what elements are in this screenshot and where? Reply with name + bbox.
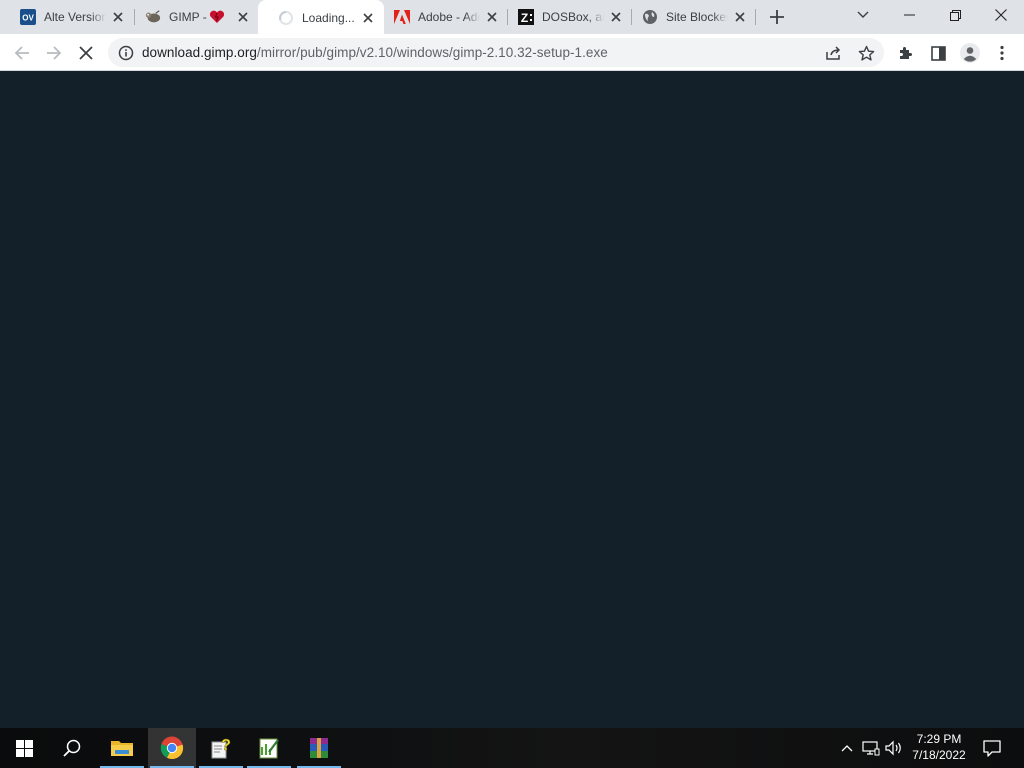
help-app-icon: ? <box>211 737 231 759</box>
notification-icon <box>983 739 1001 757</box>
tab-alte-versionen[interactable]: OV Alte Versionen <box>0 0 134 34</box>
tab-site-blocker[interactable]: Site Blocker <box>622 0 756 34</box>
tab-title: Site Blocker <box>666 10 728 24</box>
avatar-icon <box>960 43 980 63</box>
back-button[interactable] <box>8 39 36 67</box>
notepad-chart-icon <box>259 738 279 759</box>
restore-icon <box>949 9 961 21</box>
search-icon <box>63 739 81 757</box>
bookmark-star-icon[interactable] <box>857 44 875 62</box>
tab-loading[interactable]: Loading... <box>258 0 384 35</box>
stop-button[interactable] <box>72 39 100 67</box>
volume-tray-button[interactable] <box>885 739 903 757</box>
chevron-down-icon <box>857 11 869 18</box>
side-panel-button[interactable] <box>924 39 952 67</box>
loading-spinner-icon <box>278 10 294 26</box>
show-hidden-icons-button[interactable] <box>838 739 856 757</box>
tab-title: GIMP - <box>169 10 207 24</box>
menu-button[interactable] <box>988 39 1016 67</box>
clock-date: 7/18/2022 <box>912 748 966 762</box>
search-button[interactable] <box>48 728 96 768</box>
tab-dosbox[interactable]: Z DOSBox, an x86 <box>498 0 632 34</box>
tab-title: Adobe - Adobe <box>418 10 480 24</box>
chrome-icon <box>160 736 184 760</box>
action-center-button[interactable] <box>982 739 1002 757</box>
speaker-icon <box>885 740 901 756</box>
tab-title: Loading... <box>302 10 355 25</box>
tab-strip: OV Alte Versionen GIMP - Loading... <box>0 0 1024 35</box>
puzzle-icon <box>900 47 912 59</box>
kebab-menu-icon <box>1000 45 1004 61</box>
tab-adobe[interactable]: Adobe - Adobe <box>374 0 508 34</box>
close-icon[interactable] <box>110 9 126 25</box>
new-tab-button[interactable] <box>765 5 789 29</box>
url-path: /mirror/pub/gimp/v2.10/windows/gimp-2.10… <box>256 45 608 60</box>
windows-start-icon <box>15 739 33 757</box>
page-content <box>0 71 1024 728</box>
adobe-icon <box>394 9 410 25</box>
close-icon <box>995 9 1007 21</box>
close-icon[interactable] <box>235 9 251 25</box>
extensions-button[interactable] <box>892 39 920 67</box>
svg-text:Z: Z <box>521 11 528 25</box>
file-explorer-icon <box>111 741 133 756</box>
tab-search-button[interactable] <box>840 0 886 30</box>
restore-button[interactable] <box>932 0 978 30</box>
taskbar-help-app[interactable]: ? <box>197 728 245 768</box>
start-button[interactable] <box>0 728 48 768</box>
network-wired-icon <box>862 741 880 756</box>
gimp-icon <box>145 9 161 25</box>
z-icon: Z <box>518 9 534 25</box>
url-host: download.gimp.org <box>142 45 257 60</box>
tab-title: DOSBox, an x86 <box>542 10 604 24</box>
chevron-up-icon <box>841 745 853 752</box>
plus-icon <box>770 10 784 24</box>
winrar-icon <box>310 738 328 758</box>
arrow-left-icon <box>14 46 29 60</box>
heart-icon <box>209 10 231 24</box>
browser-toolbar: download.gimp.org/mirror/pub/gimp/v2.10/… <box>0 34 1024 71</box>
globe-icon <box>642 9 658 25</box>
url-text: download.gimp.org/mirror/pub/gimp/v2.10/… <box>142 45 608 60</box>
info-icon[interactable] <box>118 45 134 61</box>
share-icon[interactable] <box>824 44 842 62</box>
windows-taskbar: ? 7:29 PM 7/18/2022 <box>0 728 1024 768</box>
close-icon[interactable] <box>732 9 748 25</box>
profile-button[interactable] <box>956 39 984 67</box>
stop-x-icon <box>79 46 93 60</box>
tab-gimp[interactable]: GIMP - <box>125 0 259 34</box>
side-panel-icon <box>930 45 946 61</box>
arrow-right-icon <box>47 46 62 60</box>
taskbar-chrome[interactable] <box>148 728 196 768</box>
tab-title: Alte Versionen <box>44 10 106 24</box>
taskbar-clock[interactable]: 7:29 PM 7/18/2022 <box>906 731 972 767</box>
svg-text:?: ? <box>221 737 231 754</box>
minimize-button[interactable] <box>886 0 932 30</box>
network-tray-button[interactable] <box>862 739 880 757</box>
forward-button[interactable] <box>40 39 68 67</box>
clock-time: 7:29 PM <box>916 732 962 746</box>
svg-text:OV: OV <box>22 14 34 23</box>
minimize-icon <box>903 14 915 16</box>
address-bar[interactable]: download.gimp.org/mirror/pub/gimp/v2.10/… <box>108 38 884 67</box>
taskbar-file-explorer[interactable] <box>98 728 146 768</box>
taskbar-winrar[interactable] <box>295 728 343 768</box>
taskbar-notepad-chart[interactable] <box>245 728 293 768</box>
close-window-button[interactable] <box>978 0 1024 30</box>
ov-icon: OV <box>20 9 36 25</box>
tab-separator <box>755 9 756 25</box>
